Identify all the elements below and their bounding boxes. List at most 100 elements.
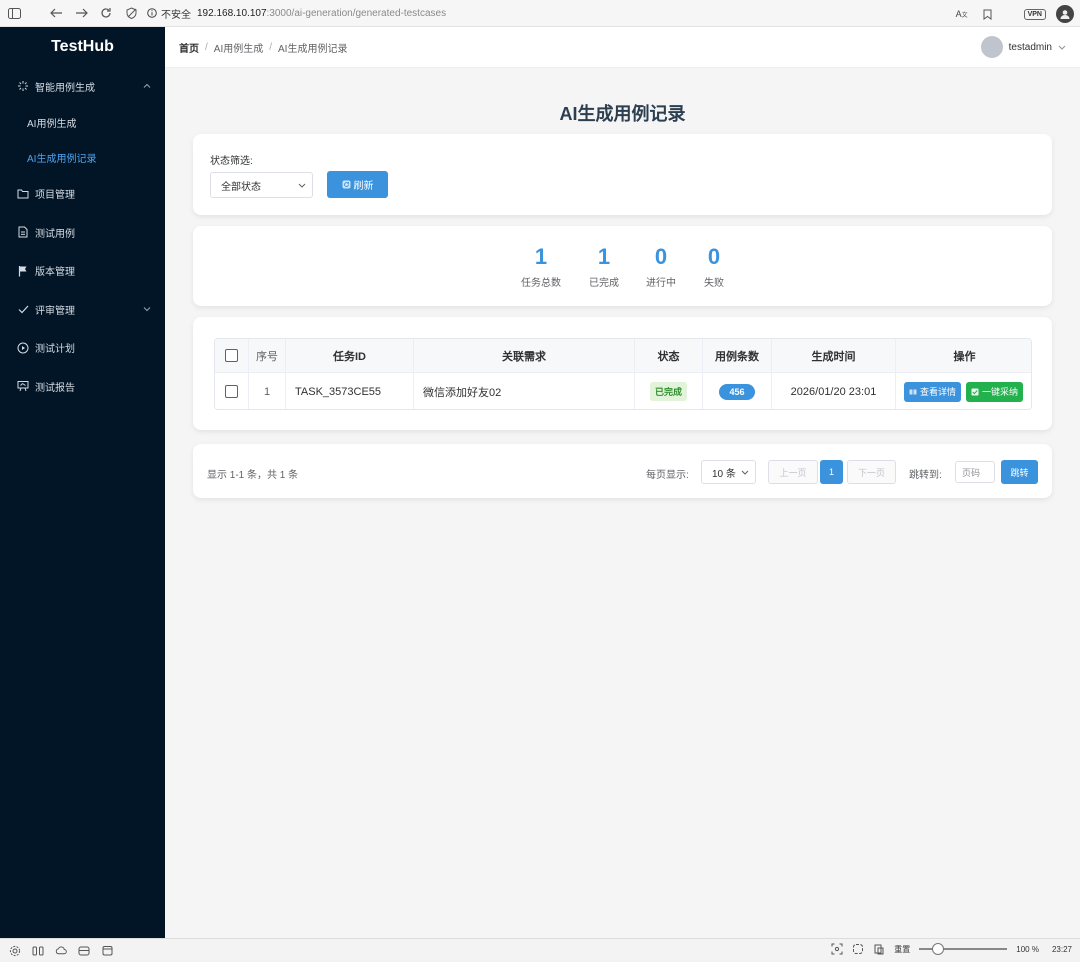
select-all-cell: [215, 339, 249, 372]
stat-completed-label: 已完成: [589, 278, 619, 289]
avatar: [980, 36, 1003, 58]
app-logo[interactable]: TestHub: [0, 27, 165, 67]
jump-button[interactable]: 跳转: [1001, 460, 1038, 484]
chevron-down-icon: [1058, 43, 1066, 52]
stats-card: 1 任务总数 1 已完成 0 进行中 0 失败: [193, 226, 1052, 306]
stat-in-progress-label: 进行中: [646, 278, 676, 289]
sidebar-item-label: 智能用例生成: [35, 82, 95, 94]
profile-icon[interactable]: [1056, 5, 1074, 23]
zoom-reset-icon[interactable]: [873, 943, 885, 955]
breadcrumb-home[interactable]: 首页: [179, 40, 199, 55]
bookmark-icon[interactable]: [980, 6, 996, 22]
check-icon: [17, 303, 29, 315]
cloud-icon[interactable]: [55, 945, 67, 957]
settings-icon[interactable]: [9, 945, 21, 957]
calendar-icon[interactable]: [101, 945, 113, 957]
sparkle-icon: [17, 80, 29, 92]
adopt-all-button[interactable]: 一键采纳: [966, 381, 1024, 402]
stat-failed-value: 0: [707, 244, 721, 269]
stat-failed: 0 失败: [684, 244, 744, 289]
sidebar-item-ai-generation[interactable]: 智能用例生成: [0, 67, 165, 106]
stat-failed-label: 失败: [704, 278, 724, 289]
stat-total-value: 1: [534, 244, 548, 269]
document-icon: [17, 226, 29, 238]
browser-status-bar: 重置 100 % 23:27: [0, 938, 1080, 962]
translate-icon[interactable]: A文: [954, 6, 970, 22]
status-badge: 已完成: [649, 382, 687, 401]
table-card: 序号 任务ID 关联需求 状态 用例条数 生成时间 操作 1 TASK_3573…: [193, 317, 1052, 430]
breadcrumb-separator: /: [269, 41, 273, 53]
stat-completed: 1 已完成: [574, 244, 634, 289]
book-icon: [909, 388, 917, 396]
next-page-button[interactable]: 下一页: [847, 460, 896, 484]
sidebar-item-label: 项目管理: [35, 190, 75, 202]
table-header-row: 序号 任务ID 关联需求 状态 用例条数 生成时间 操作: [215, 339, 1031, 372]
column-header-time: 生成时间: [772, 339, 896, 372]
fullscreen-icon[interactable]: [852, 943, 864, 955]
shield-icon[interactable]: [123, 5, 139, 21]
chevron-down-icon: [298, 181, 306, 190]
refresh-label: 刷新: [353, 181, 374, 192]
select-all-checkbox[interactable]: [225, 349, 238, 362]
sidebar-item-label: 评审管理: [35, 305, 75, 317]
status-filter-label: 状态筛选:: [210, 156, 253, 167]
sidebar-item-testcase[interactable]: 测试用例: [0, 213, 165, 252]
info-icon: [147, 8, 157, 18]
sidebar-item-ai-case-records[interactable]: AI生成用例记录: [0, 140, 165, 175]
vpn-badge[interactable]: VPN: [1023, 8, 1046, 20]
sidebar-item-project[interactable]: 项目管理: [0, 175, 165, 214]
per-page-select[interactable]: 10 条: [701, 460, 756, 484]
jump-page-input[interactable]: 页码: [955, 461, 995, 483]
chevron-down-icon: [741, 468, 749, 477]
prev-page-button[interactable]: 上一页: [768, 460, 818, 484]
split-view-icon[interactable]: [32, 945, 44, 957]
sidebar-item-review[interactable]: 评审管理: [0, 290, 165, 329]
case-count-badge: 456: [719, 383, 755, 400]
top-header: 首页 / AI用例生成 / AI生成用例记录 testadmin: [165, 27, 1080, 68]
address-bar[interactable]: 不安全 192.168.10.107:3000/ai-generation/ge…: [147, 6, 446, 21]
forward-icon[interactable]: [73, 5, 89, 21]
browser-toolbar: 不安全 192.168.10.107:3000/ai-generation/ge…: [0, 0, 1080, 27]
sidebar-item-version[interactable]: 版本管理: [0, 252, 165, 291]
column-header-count: 用例条数: [703, 339, 772, 372]
reload-icon[interactable]: [98, 5, 114, 21]
user-menu[interactable]: testadmin: [980, 36, 1066, 58]
zoom-slider-handle[interactable]: [932, 943, 945, 955]
main-content: AI生成用例记录 状态筛选: 全部状态 刷新 1 任务总数 1 已完成 0 进行: [165, 68, 1080, 938]
row-requirement: 微信添加好友02: [414, 373, 635, 409]
mail-icon[interactable]: [78, 945, 90, 957]
chevron-up-icon: [143, 82, 151, 91]
folder-icon: [17, 188, 29, 200]
sidebar-item-report[interactable]: 测试报告: [0, 367, 165, 406]
back-icon[interactable]: [48, 5, 64, 21]
row-status-cell: 已完成: [635, 373, 703, 409]
records-table: 序号 任务ID 关联需求 状态 用例条数 生成时间 操作 1 TASK_3573…: [214, 338, 1032, 410]
zoom-reset-label[interactable]: 重置: [894, 944, 910, 955]
breadcrumb-ai-case-gen[interactable]: AI用例生成: [214, 40, 263, 55]
column-header-status: 状态: [635, 339, 703, 372]
status-filter-select[interactable]: 全部状态: [210, 172, 313, 198]
insecure-label: 不安全: [161, 9, 191, 21]
page-1-button[interactable]: 1: [820, 460, 843, 484]
view-details-label: 查看详情: [920, 387, 957, 397]
view-details-button[interactable]: 查看详情: [904, 381, 962, 402]
checkbox-checked-icon: [971, 388, 979, 396]
sidebar-toggle-icon[interactable]: [6, 5, 22, 21]
row-time: 2026/01/20 23:01: [772, 373, 896, 409]
row-checkbox[interactable]: [225, 385, 238, 398]
row-count-cell: 456: [703, 373, 772, 409]
stat-completed-value: 1: [597, 244, 611, 269]
refresh-icon: [342, 180, 351, 189]
sidebar-item-label: 测试报告: [35, 382, 75, 394]
sidebar-item-ai-case-gen[interactable]: AI用例生成: [0, 106, 165, 141]
screenshot-icon[interactable]: [831, 943, 843, 955]
sidebar-item-plan[interactable]: 测试计划: [0, 329, 165, 368]
column-header-actions: 操作: [953, 350, 976, 363]
zoom-level: 100 %: [1016, 944, 1039, 954]
breadcrumb-current: AI生成用例记录: [278, 43, 348, 55]
clock-time: 23:27: [1051, 944, 1072, 954]
zoom-slider[interactable]: [919, 943, 1008, 955]
refresh-button[interactable]: 刷新: [327, 171, 388, 198]
url-path: :3000/ai-generation/generated-testcases: [266, 7, 447, 19]
page-title: AI生成用例记录: [559, 104, 686, 124]
